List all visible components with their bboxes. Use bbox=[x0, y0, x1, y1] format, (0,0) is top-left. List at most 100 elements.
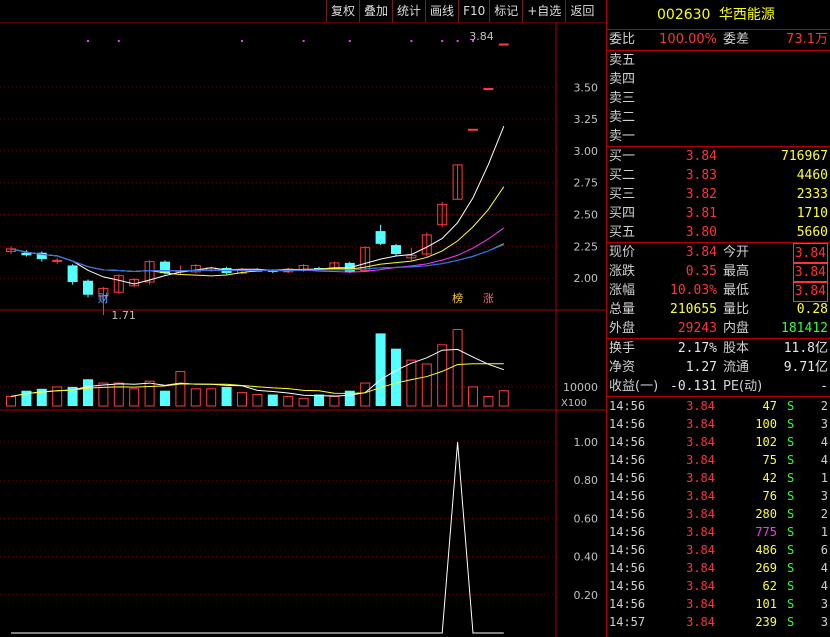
indicator-line bbox=[11, 441, 504, 634]
tick-row: 14:56 3.84 47 S 2 bbox=[607, 397, 830, 415]
buy-volume: 716967 bbox=[781, 149, 828, 164]
stat-value: 3.84 bbox=[685, 245, 717, 260]
tick-price: 3.84 bbox=[686, 525, 715, 539]
buy-volume: 4460 bbox=[796, 168, 828, 183]
tick-volume: 239 bbox=[755, 615, 777, 629]
price-tick-label: 2.75 bbox=[574, 177, 599, 190]
buy-label: 买二 bbox=[609, 168, 636, 183]
tick-price: 3.84 bbox=[686, 399, 715, 413]
signal-dot bbox=[348, 40, 351, 42]
sell-label: 卖三 bbox=[609, 91, 636, 106]
signal-dot bbox=[472, 40, 474, 42]
weibi-label: 委比 bbox=[609, 32, 636, 47]
sell-label: 卖二 bbox=[609, 110, 636, 125]
tick-price: 3.84 bbox=[686, 543, 715, 557]
toolbar-button-4[interactable]: F10 bbox=[458, 0, 489, 22]
sell-row: 卖一 bbox=[607, 127, 830, 146]
stat-label: 涨幅 bbox=[609, 283, 636, 298]
candle-body bbox=[52, 259, 63, 262]
tick-count: 3 bbox=[820, 597, 828, 611]
toolbar-button-7[interactable]: 返回 bbox=[565, 0, 598, 22]
sell-label: 卖一 bbox=[609, 129, 636, 144]
stat-value: 181412 bbox=[781, 321, 828, 336]
stat-row: 涨幅 10.03% 最低 3.84 bbox=[607, 281, 830, 302]
stat-label: 涨跌 bbox=[609, 264, 636, 279]
stat-value: 11.8亿 bbox=[783, 341, 828, 356]
tick-row: 14:56 3.84 42 S 1 bbox=[607, 469, 830, 487]
tick-count: 2 bbox=[820, 399, 828, 413]
tick-row: 14:56 3.84 486 S 6 bbox=[607, 541, 830, 559]
stats-block-2: 换手 2.17% 股本 11.8亿 净资 1.27 流通 9.71亿 收益(一) -0.131 PE… bbox=[607, 339, 830, 397]
tick-volume: 102 bbox=[755, 435, 777, 449]
volume-bar bbox=[83, 379, 93, 406]
tick-list[interactable]: 14:56 3.84 47 S 2 14:56 3.84 100 S 3 14:56 3.84 102 S… bbox=[607, 397, 830, 631]
stat-value: 3.84 bbox=[792, 281, 828, 302]
indicator-tick-label: 0.20 bbox=[574, 589, 599, 602]
weicha-label: 委差 bbox=[723, 32, 750, 47]
stat-label: 量比 bbox=[723, 302, 750, 317]
price-tick-label: 3.25 bbox=[574, 113, 599, 126]
chart-toolbar: 复权 叠加 统计 画线 F10 标记 +自选 返回 bbox=[326, 0, 598, 22]
toolbar-button-1[interactable]: 叠加 bbox=[359, 0, 392, 22]
tick-row: 14:57 3.84 239 S 3 bbox=[607, 613, 830, 631]
sell-row: 卖三 bbox=[607, 89, 830, 108]
signal-dot bbox=[410, 40, 413, 42]
volume-bar bbox=[498, 390, 509, 407]
toolbar-button-2[interactable]: 统计 bbox=[392, 0, 425, 22]
volume-bar bbox=[175, 371, 186, 407]
stat-value: 210655 bbox=[670, 302, 717, 317]
volume-bar bbox=[298, 397, 309, 407]
tick-count: 4 bbox=[820, 435, 828, 449]
stat-value: 0.35 bbox=[685, 264, 717, 279]
toolbar-button-5[interactable]: 标记 bbox=[489, 0, 522, 22]
stat-label: 今开 bbox=[723, 245, 750, 260]
volume-bar bbox=[391, 348, 401, 406]
signal-dot bbox=[87, 40, 89, 42]
buy-price: 3.81 bbox=[685, 206, 717, 221]
stat-row: 总量 210655 量比 0.28 bbox=[607, 300, 830, 319]
tick-row: 14:56 3.84 102 S 4 bbox=[607, 433, 830, 451]
toolbar-button-0[interactable]: 复权 bbox=[326, 0, 359, 22]
tick-count: 2 bbox=[820, 507, 828, 521]
volume-bar bbox=[129, 388, 140, 407]
kline-chart[interactable]: 3.503.253.002.752.502.252.003.841.71财榜涨1… bbox=[0, 22, 606, 637]
tick-bs: S bbox=[787, 543, 795, 557]
tick-price: 3.84 bbox=[686, 597, 715, 611]
price-tick-label: 2.00 bbox=[574, 272, 599, 285]
event-marker-cai: 财 bbox=[98, 291, 109, 305]
toolbar-button-3[interactable]: 画线 bbox=[425, 0, 458, 22]
tick-volume: 100 bbox=[755, 417, 777, 431]
event-marker-zhang: 涨 bbox=[483, 292, 494, 305]
price-tick-label: 2.25 bbox=[574, 240, 599, 253]
candle-body bbox=[468, 128, 478, 131]
stat-label: 外盘 bbox=[609, 321, 636, 336]
buy-label: 买三 bbox=[609, 187, 636, 202]
price-tick-label: 3.00 bbox=[574, 145, 599, 158]
volume-bar bbox=[237, 392, 247, 407]
volume-bar bbox=[406, 359, 417, 407]
toolbar-button-6[interactable]: +自选 bbox=[522, 0, 565, 22]
tick-bs: S bbox=[787, 435, 795, 449]
tick-price: 3.84 bbox=[686, 435, 715, 449]
signal-dot bbox=[456, 40, 459, 42]
volume-bar bbox=[160, 390, 170, 406]
tick-time: 14:56 bbox=[609, 489, 646, 503]
stat-value: 10.03% bbox=[670, 283, 717, 298]
volume-bar bbox=[468, 386, 478, 407]
candle-body bbox=[483, 88, 494, 91]
tick-volume: 75 bbox=[762, 453, 777, 467]
buy-price: 3.84 bbox=[685, 149, 717, 164]
tick-volume: 62 bbox=[762, 579, 777, 593]
tick-price: 3.84 bbox=[686, 561, 715, 575]
tick-time: 14:56 bbox=[609, 525, 646, 539]
buy-row: 买二 3.83 4460 bbox=[607, 166, 830, 185]
tick-time: 14:56 bbox=[609, 471, 646, 485]
weicha-value: 73.1万 bbox=[786, 32, 828, 47]
chart-area[interactable]: 3.50 3.25 3.00 2.75 2.50 2.25 2.00 3.84 1.71 财榜涨 1… bbox=[0, 22, 606, 637]
tick-count: 3 bbox=[820, 489, 828, 503]
tick-price: 3.84 bbox=[686, 615, 715, 629]
stat-label: 总量 bbox=[609, 302, 636, 317]
volume-bar bbox=[206, 388, 217, 407]
signal-dot bbox=[302, 40, 305, 42]
stat-label: PE(动) bbox=[723, 379, 763, 394]
